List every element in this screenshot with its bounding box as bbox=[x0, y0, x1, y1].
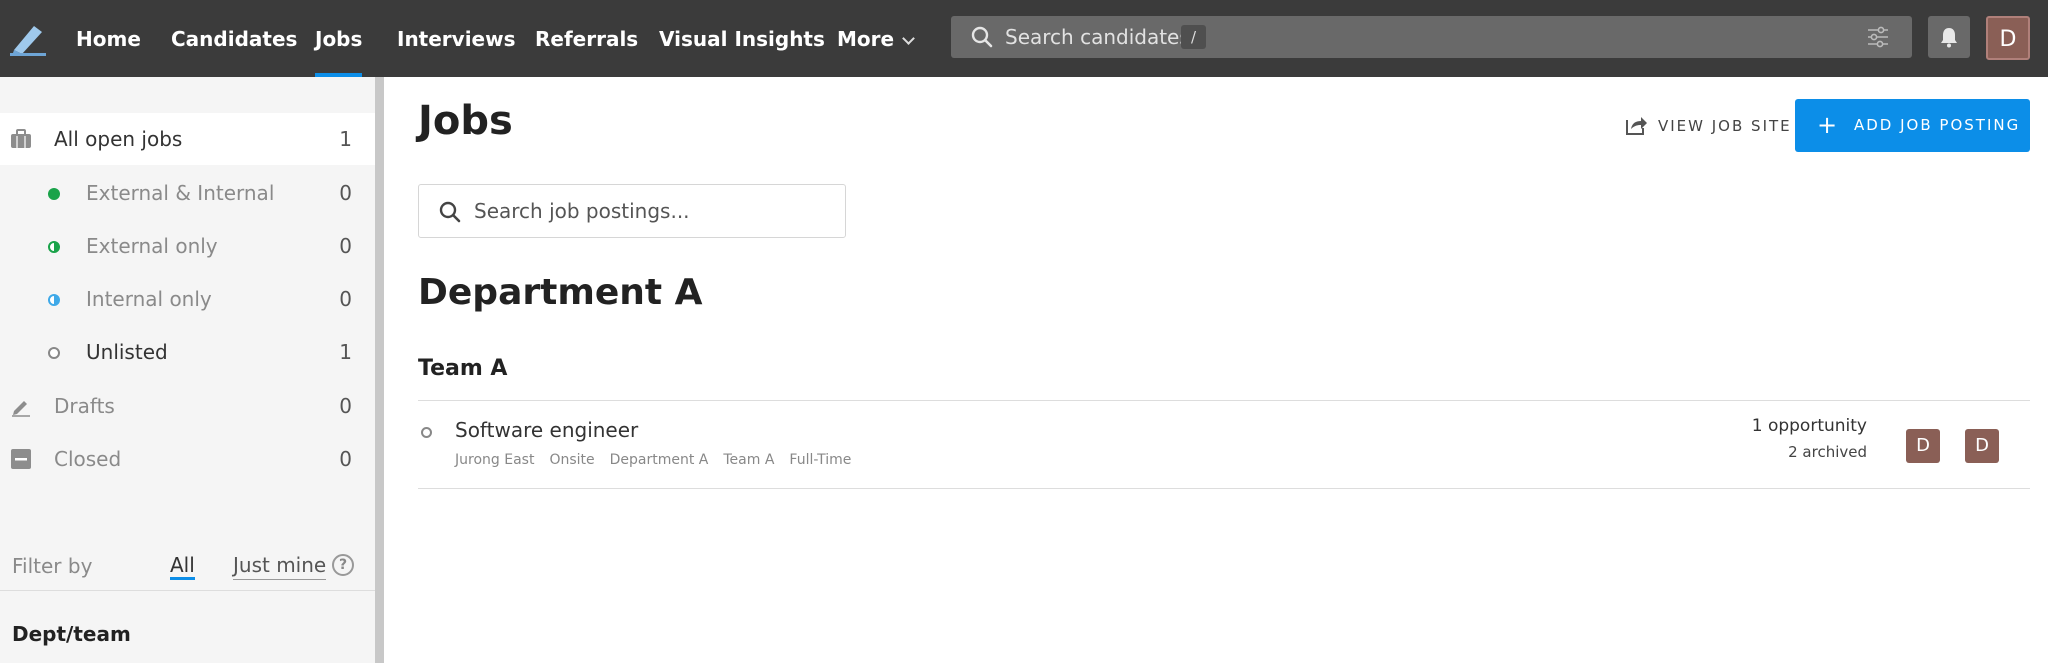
bell-icon bbox=[1941, 28, 1957, 48]
sidebar-item-label: All open jobs bbox=[54, 127, 183, 151]
sidebar-item-drafts[interactable]: Drafts 0 bbox=[0, 380, 375, 432]
sidebar-item-count: 0 bbox=[339, 287, 352, 311]
job-tag: Onsite bbox=[549, 452, 595, 468]
half-dot-icon bbox=[48, 241, 60, 253]
search-shortcut: / bbox=[1181, 25, 1206, 49]
owner-avatar[interactable]: D bbox=[1906, 429, 1940, 463]
unlisted-status-icon bbox=[421, 427, 432, 438]
nav-candidates[interactable]: Candidates bbox=[171, 0, 297, 77]
help-icon[interactable]: ? bbox=[332, 554, 354, 576]
sidebar-item-external-internal[interactable]: External & Internal 0 bbox=[0, 167, 375, 219]
sidebar-item-closed[interactable]: Closed 0 bbox=[0, 433, 375, 485]
team-title: Team A bbox=[418, 356, 508, 381]
view-job-site-label: VIEW JOB SITE bbox=[1658, 117, 1792, 135]
notifications-button[interactable] bbox=[1928, 16, 1970, 58]
search-icon bbox=[971, 26, 993, 48]
sidebar-item-count: 0 bbox=[339, 234, 352, 258]
sidebar-item-count: 0 bbox=[339, 181, 352, 205]
share-icon bbox=[1626, 117, 1647, 135]
sidebar-item-label: External only bbox=[86, 234, 218, 258]
add-job-posting-label: ADD JOB POSTING bbox=[1854, 116, 2021, 134]
sidebar-item-label: Drafts bbox=[54, 394, 115, 418]
divider bbox=[418, 488, 2030, 489]
sidebar-item-all-open-jobs[interactable]: All open jobs 1 bbox=[0, 113, 375, 165]
sidebar-divider bbox=[0, 590, 375, 591]
job-search-placeholder: Search job postings... bbox=[474, 199, 690, 223]
filter-just-mine-link[interactable]: Just mine bbox=[233, 550, 327, 580]
logo-icon[interactable] bbox=[10, 22, 46, 56]
empty-dot-icon bbox=[48, 347, 60, 359]
sidebar-item-internal-only[interactable]: Internal only 0 bbox=[0, 273, 375, 325]
nav-referrals[interactable]: Referrals bbox=[535, 0, 638, 77]
sidebar-scrollbar[interactable] bbox=[375, 77, 384, 663]
filter-by-label: Filter by bbox=[12, 554, 93, 578]
sidebar-item-count: 1 bbox=[339, 127, 352, 151]
plus-icon: + bbox=[1817, 111, 1838, 139]
search-icon bbox=[439, 201, 461, 223]
sidebar-item-label: External & Internal bbox=[86, 181, 275, 205]
sidebar-item-label: Internal only bbox=[86, 287, 212, 311]
archived-count[interactable]: 2 archived bbox=[1788, 443, 1867, 461]
job-tag: Department A bbox=[609, 452, 709, 468]
candidate-search[interactable]: Search candidates / bbox=[951, 16, 1912, 58]
half-dot-icon bbox=[48, 294, 60, 306]
sidebar-item-count: 1 bbox=[339, 340, 352, 364]
filter-all-link[interactable]: All bbox=[170, 550, 195, 580]
page-title: Jobs bbox=[418, 98, 513, 144]
top-nav: Home Candidates Jobs Interviews Referral… bbox=[0, 0, 2048, 77]
sidebar-item-label: Closed bbox=[54, 447, 122, 471]
pencil-icon bbox=[12, 401, 30, 417]
chevron-down-icon bbox=[902, 32, 915, 45]
user-avatar[interactable]: D bbox=[1986, 16, 2030, 60]
nav-more[interactable]: More bbox=[837, 0, 915, 77]
status-dot-icon bbox=[48, 188, 60, 200]
divider bbox=[418, 400, 2030, 401]
sliders-icon[interactable] bbox=[1866, 26, 1890, 48]
job-search-input[interactable]: Search job postings... bbox=[418, 184, 846, 238]
view-job-site-link[interactable]: VIEW JOB SITE bbox=[1624, 112, 1792, 140]
nav-interviews[interactable]: Interviews bbox=[397, 0, 516, 77]
nav-more-label: More bbox=[837, 27, 895, 51]
owner-avatar[interactable]: D bbox=[1965, 429, 1999, 463]
search-placeholder: Search candidates bbox=[1005, 25, 1190, 49]
opportunity-count[interactable]: 1 opportunity bbox=[1752, 416, 1867, 436]
add-job-posting-button[interactable]: + ADD JOB POSTING bbox=[1795, 99, 2030, 152]
nav-jobs[interactable]: Jobs bbox=[315, 0, 363, 77]
dept-team-heading: Dept/team bbox=[12, 622, 131, 646]
job-title-link[interactable]: Software engineer bbox=[455, 418, 638, 442]
job-tag: Full-Time bbox=[789, 452, 852, 468]
sidebar-item-external-only[interactable]: External only 0 bbox=[0, 220, 375, 272]
job-tag: Jurong East bbox=[455, 452, 535, 468]
sidebar-item-count: 0 bbox=[339, 447, 352, 471]
job-tag: Team A bbox=[723, 452, 775, 468]
sidebar-item-count: 0 bbox=[339, 394, 352, 418]
job-tags: Jurong East Onsite Department A Team A Full-… bbox=[455, 452, 866, 468]
sidebar-item-label: Unlisted bbox=[86, 340, 168, 364]
nav-home[interactable]: Home bbox=[76, 0, 141, 77]
briefcase-icon bbox=[11, 129, 31, 148]
department-title: Department A bbox=[418, 272, 703, 313]
minus-box-icon bbox=[11, 449, 31, 469]
sidebar-item-unlisted[interactable]: Unlisted 1 bbox=[0, 326, 375, 378]
nav-visual-insights[interactable]: Visual Insights bbox=[659, 0, 825, 77]
